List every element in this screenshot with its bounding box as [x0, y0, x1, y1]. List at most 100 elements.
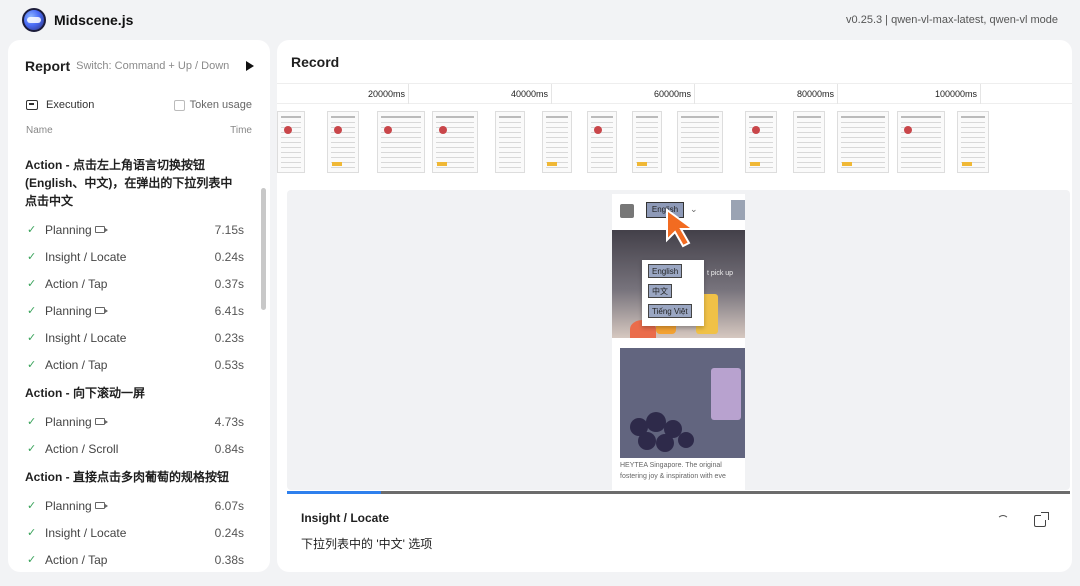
timeline-thumbnail[interactable]: [277, 111, 305, 173]
timeline-tick-label: 80000ms: [778, 84, 838, 104]
timeline-ruler: 20000ms 40000ms 60000ms 80000ms 100000ms: [277, 84, 1072, 104]
settings-icon: [731, 200, 745, 220]
step-detail: Insight / Locate 下拉列表中的 '中文' 选项: [287, 495, 1070, 572]
checkmark-icon: ✓: [27, 332, 37, 344]
task-label: Planning: [45, 303, 92, 318]
midscene-logo-icon: [22, 8, 46, 32]
task-row[interactable]: ✓ Planning 4.73s: [8, 408, 260, 435]
timeline-thumbnail[interactable]: [587, 111, 617, 173]
timeline-thumbnail[interactable]: [837, 111, 889, 173]
task-list-scrollbar[interactable]: [261, 188, 266, 310]
timeline-thumbnail[interactable]: [542, 111, 572, 173]
task-time: 0.24s: [214, 249, 244, 264]
record-panel: Record 20000ms 40000ms 60000ms 80000ms 10000…: [277, 40, 1072, 572]
task-time: 0.23s: [214, 330, 244, 345]
timeline-thumbnail[interactable]: [793, 111, 825, 173]
task-label: Insight / Locate: [45, 525, 127, 540]
loading-spinner-icon: [997, 515, 1009, 527]
timeline-thumbnail[interactable]: [745, 111, 777, 173]
task-row[interactable]: ✓ Planning 6.07s: [8, 492, 260, 519]
timeline-thumbnail[interactable]: [897, 111, 945, 173]
task-time: 6.41s: [214, 303, 244, 318]
page-caption: HEYTEA Singapore. The original fostering…: [620, 462, 726, 480]
timeline-tick-label: 100000ms: [921, 84, 981, 104]
playback-progress[interactable]: [287, 491, 1070, 494]
task-label: Action / Tap: [45, 357, 108, 372]
task-label: Planning: [45, 498, 92, 513]
report-title: Report: [25, 58, 71, 74]
menu-icon: [620, 204, 634, 218]
task-row[interactable]: ✓ Insight / Locate 0.24s: [8, 243, 260, 270]
task-row[interactable]: ✓ Action / Tap 0.37s: [8, 270, 260, 297]
task-label: Action / Tap: [45, 552, 108, 567]
task-time: 0.24s: [214, 525, 244, 540]
task-time: 0.38s: [214, 552, 244, 567]
task-label: Planning: [45, 414, 92, 429]
timeline-thumbnail[interactable]: [495, 111, 525, 173]
task-list-header: Name Time: [8, 118, 270, 142]
task-row[interactable]: ✓ Insight / Locate 0.24s: [8, 519, 260, 546]
checkmark-icon: ✓: [27, 251, 37, 263]
step-title: Insight / Locate: [301, 511, 390, 525]
grape-product-image: [620, 348, 745, 458]
task-label: Planning: [45, 222, 92, 237]
report-switch-hint: Switch: Command + Up / Down: [76, 60, 230, 72]
task-label: Insight / Locate: [45, 330, 127, 345]
token-usage-checkbox[interactable]: [173, 99, 185, 111]
timeline-thumbnails[interactable]: [277, 105, 1072, 181]
task-time: 0.84s: [214, 441, 244, 456]
timeline-thumbnail[interactable]: [327, 111, 359, 173]
token-usage-label: Token usage: [189, 99, 252, 111]
task-time: 0.37s: [214, 276, 244, 291]
checkmark-icon: ✓: [27, 443, 37, 455]
task-list: Action - 点击左上角语言切换按钮(English、中文)，在弹出的下拉列…: [8, 150, 260, 572]
task-group-title[interactable]: Action - 直接点击多肉葡萄的规格按钮: [8, 462, 260, 492]
task-label: Action / Tap: [45, 276, 108, 291]
report-header: Report Switch: Command + Up / Down: [8, 40, 270, 92]
task-row[interactable]: ✓ Planning 7.15s: [8, 216, 260, 243]
top-bar: Midscene.js v0.25.3 | qwen-vl-max-latest…: [0, 0, 1080, 40]
task-label: Action / Scroll: [45, 441, 119, 456]
token-usage-toggle[interactable]: Token usage: [173, 99, 252, 111]
task-row[interactable]: ✓ Planning 6.41s: [8, 297, 260, 324]
step-description: 下拉列表中的 '中文' 选项: [301, 537, 433, 551]
screenshot-preview: English ⌄ t pick up English 中文 Tiếng Việ…: [287, 190, 1070, 490]
mouse-cursor-icon: [666, 208, 697, 248]
timeline-thumbnail[interactable]: [377, 111, 425, 173]
record-title: Record: [291, 54, 340, 70]
dropdown-item-chinese: 中文: [648, 284, 672, 298]
timeline-thumbnail[interactable]: [957, 111, 989, 173]
dropdown-item-vietnamese: Tiếng Việt: [648, 304, 692, 318]
checkmark-icon: ✓: [27, 359, 37, 371]
video-icon: [94, 225, 108, 233]
timeline-tick-label: 60000ms: [635, 84, 695, 104]
open-external-icon[interactable]: [1034, 512, 1049, 527]
task-row[interactable]: ✓ Insight / Locate 0.23s: [8, 324, 260, 351]
timeline-tick-label: 40000ms: [492, 84, 552, 104]
timeline-thumbnail[interactable]: [632, 111, 662, 173]
checkmark-icon: ✓: [27, 224, 37, 236]
task-row[interactable]: ✓ Action / Tap 0.38s: [8, 546, 260, 572]
task-row[interactable]: ✓ Action / Scroll 0.84s: [8, 435, 260, 462]
task-time: 7.15s: [214, 222, 244, 237]
checkmark-icon: ✓: [27, 554, 37, 566]
execution-label: Execution: [46, 99, 95, 111]
timeline-thumbnail[interactable]: [432, 111, 478, 173]
task-group-title[interactable]: Action - 点击左上角语言切换按钮(English、中文)，在弹出的下拉列…: [8, 150, 260, 216]
dropdown-item-english: English: [648, 264, 683, 278]
video-icon: [94, 417, 108, 425]
playback-progress-fill: [287, 491, 381, 494]
play-icon[interactable]: [246, 61, 254, 71]
task-row[interactable]: ✓ Action / Tap 0.53s: [8, 351, 260, 378]
column-time: Time: [230, 124, 252, 136]
task-group-title[interactable]: Action - 向下滚动一屏: [8, 378, 260, 408]
task-time: 0.53s: [214, 357, 244, 372]
video-icon: [94, 501, 108, 509]
task-label: Insight / Locate: [45, 249, 127, 264]
checkmark-icon: ✓: [27, 527, 37, 539]
timeline-thumbnail[interactable]: [677, 111, 723, 173]
language-dropdown: English 中文 Tiếng Việt: [642, 260, 704, 326]
execution-row: Execution Token usage: [8, 92, 270, 118]
checkmark-icon: ✓: [27, 305, 37, 317]
app-title: Midscene.js: [54, 12, 134, 28]
